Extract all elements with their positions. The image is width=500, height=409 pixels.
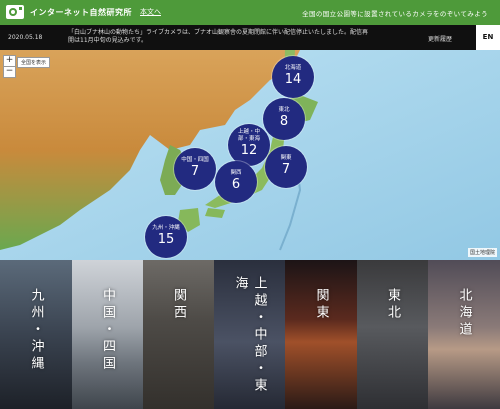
region-kansai[interactable]: 関西	[143, 260, 214, 409]
map-credit[interactable]: 国土地理院	[467, 248, 497, 257]
tagline: 全国の国立公園等に設置されているカメラをのぞいてみよう	[302, 10, 488, 18]
marker-kanto[interactable]: 関東 7	[265, 146, 307, 188]
site-title[interactable]: インターネット自然研究所	[30, 7, 132, 18]
region-links: 九州・沖縄 中国・四国 関西 上越・中部・東海 関東 東北 北海道	[0, 260, 500, 409]
marker-label: 関東	[280, 155, 292, 161]
show-all-japan-button[interactable]: 全国を表示	[17, 57, 51, 68]
marker-count: 14	[284, 72, 302, 87]
skip-to-content-link[interactable]: 本文へ	[140, 7, 161, 17]
region-label: 中国・四国	[100, 288, 115, 373]
region-label: 東北	[385, 288, 400, 322]
region-label: 上越・中部・東海	[232, 276, 267, 395]
marker-count: 6	[231, 177, 241, 192]
marker-kyushu-okinawa[interactable]: 九州・沖縄 15	[145, 216, 187, 258]
region-kyushu-okinawa[interactable]: 九州・沖縄	[0, 260, 72, 409]
news-bar: 2020.05.18 「白山ブナ林山の動物たち」ライブカメラは、ブナオ山観察舎の…	[0, 25, 500, 50]
marker-count: 7	[281, 162, 291, 177]
region-label: 関西	[171, 288, 186, 322]
news-date: 2020.05.18	[8, 34, 43, 41]
news-text[interactable]: 「白山ブナ林山の動物たち」ライブカメラは、ブナオ山観察舎の夏期閉館に伴い配信停止…	[68, 29, 368, 45]
language-toggle-button[interactable]: EN	[476, 25, 500, 50]
marker-tohoku[interactable]: 東北 8	[263, 98, 305, 140]
marker-label: 上越・中部・東海	[237, 129, 260, 142]
region-kanto[interactable]: 関東	[285, 260, 357, 409]
region-joetsu-chubu-tokai[interactable]: 上越・中部・東海	[214, 260, 285, 409]
marker-count: 8	[279, 114, 289, 129]
marker-joetsu-chubu-tokai[interactable]: 上越・中部・東海 12	[228, 124, 270, 166]
marker-hokkaido[interactable]: 北海道 14	[272, 56, 314, 98]
region-chugoku-shikoku[interactable]: 中国・四国	[72, 260, 143, 409]
marker-label: 九州・沖縄	[152, 225, 180, 231]
region-label: 北海道	[456, 288, 472, 339]
marker-label: 北海道	[284, 65, 302, 71]
region-tohoku[interactable]: 東北	[357, 260, 428, 409]
marker-label: 中国・四国	[181, 157, 209, 163]
zoom-out-button[interactable]: −	[3, 66, 16, 78]
update-history-link[interactable]: 更新履歴	[428, 34, 452, 43]
marker-count: 12	[240, 143, 258, 158]
marker-count: 7	[190, 164, 200, 179]
marker-kansai[interactable]: 関西 6	[215, 161, 257, 203]
region-hokkaido[interactable]: 北海道	[428, 260, 500, 409]
region-label: 関東	[313, 288, 329, 322]
camera-logo-icon[interactable]	[6, 5, 24, 19]
marker-count: 15	[157, 232, 175, 247]
marker-label: 東北	[278, 107, 290, 113]
marker-label: 関西	[230, 170, 242, 176]
site-header: インターネット自然研究所 本文へ 全国の国立公園等に設置されているカメラをのぞい…	[0, 0, 500, 25]
region-label: 九州・沖縄	[28, 288, 44, 373]
marker-chugoku-shikoku[interactable]: 中国・四国 7	[174, 148, 216, 190]
japan-map[interactable]: + − 全国を表示 国土地理院 北海道 14 東北 8 上越・中部・東海 12 …	[0, 50, 500, 260]
